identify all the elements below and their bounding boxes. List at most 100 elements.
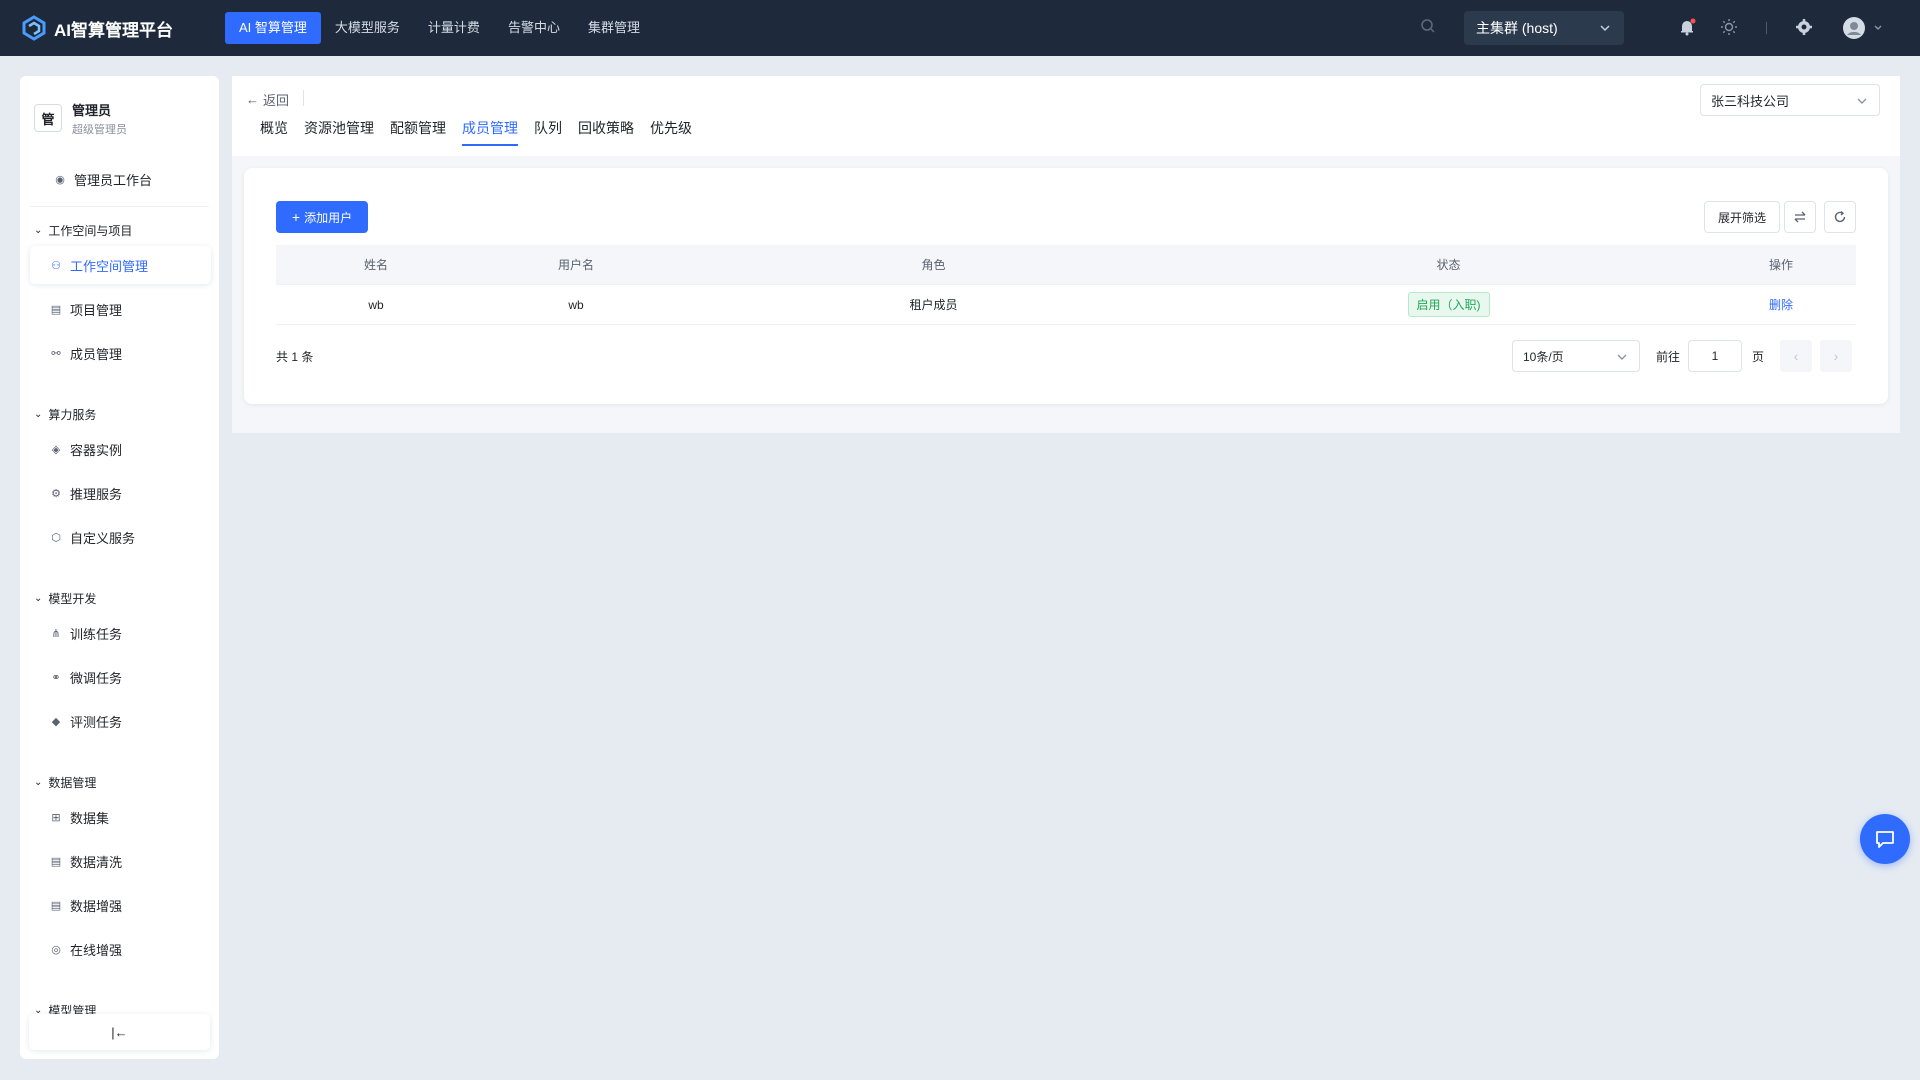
- list-icon: ▤: [50, 303, 62, 316]
- sidebar-item-container[interactable]: ◈ 容器实例: [30, 430, 211, 468]
- top-navbar: AI智算管理平台 AI 智算管理 大模型服务 计量计费 告警中心 集群管理 主集…: [0, 0, 1920, 56]
- tab-resource-pool[interactable]: 资源池管理: [304, 118, 374, 146]
- tab-priority[interactable]: 优先级: [650, 118, 692, 146]
- sidebar-group-label: 算力服务: [48, 408, 97, 422]
- next-page-button[interactable]: ›: [1820, 340, 1852, 372]
- sidebar-item-label: 微调任务: [70, 670, 123, 686]
- tab-bar: 概览 资源池管理 配额管理 成员管理 队列 回收策略 优先级: [260, 118, 708, 146]
- sidebar-item-label: 数据增强: [70, 898, 123, 914]
- cube-icon: ◈: [51, 443, 61, 456]
- sidebar-item-label: 推理服务: [70, 486, 123, 502]
- sidebar-item-label: 数据集: [70, 810, 110, 826]
- chevron-down-icon: [1857, 98, 1867, 104]
- delete-link[interactable]: 删除: [1769, 298, 1793, 312]
- sidebar-item-finetune[interactable]: ⚭ 微调任务: [30, 658, 211, 696]
- column-settings-button[interactable]: [1784, 201, 1816, 233]
- sidebar-item-label: 成员管理: [70, 346, 123, 362]
- document-icon: ▤: [50, 899, 62, 912]
- header-divider: [303, 90, 304, 106]
- chevron-down-icon: ⌄: [34, 593, 43, 604]
- sidebar-item-project-mgmt[interactable]: ▤ 项目管理: [30, 290, 211, 328]
- tab-queue[interactable]: 队列: [534, 118, 562, 146]
- hexagon-icon: ⬡: [51, 531, 61, 544]
- cell-action: 删除: [1706, 296, 1856, 313]
- topnav-ai-compute[interactable]: AI 智算管理: [225, 12, 321, 44]
- sidebar-item-data-cleaning[interactable]: ▤ 数据清洗: [30, 842, 211, 880]
- add-user-label: 添加用户: [304, 210, 353, 225]
- bell-icon[interactable]: [1678, 18, 1696, 39]
- sidebar-item-data-augment[interactable]: ▤ 数据增强: [30, 886, 211, 924]
- sidebar-item-label: 数据清洗: [70, 854, 123, 870]
- page-size-select[interactable]: 10条/页: [1512, 340, 1640, 372]
- prev-page-button[interactable]: ‹: [1780, 340, 1812, 372]
- globe-icon: ◎: [51, 943, 61, 956]
- sidebar-group-data[interactable]: ⌄ 数据管理: [34, 774, 96, 791]
- sidebar-item-label: 训练任务: [70, 626, 123, 642]
- tab-quota[interactable]: 配额管理: [390, 118, 446, 146]
- cluster-select-value: 主集群 (host): [1476, 20, 1558, 36]
- topnav-cluster-mgmt[interactable]: 集群管理: [574, 12, 654, 44]
- document-icon: ▤: [50, 855, 62, 868]
- sidebar-item-label: 在线增强: [70, 942, 123, 958]
- sidebar-item-label: 项目管理: [70, 302, 123, 318]
- sidebar-item-training[interactable]: ⋔ 训练任务: [30, 614, 211, 652]
- topnav-alert-center[interactable]: 告警中心: [494, 12, 574, 44]
- chevron-down-icon: [1600, 25, 1610, 32]
- sidebar-item-evaluation[interactable]: ◆ 评测任务: [30, 702, 211, 740]
- add-user-button[interactable]: + 添加用户: [276, 201, 368, 233]
- chat-button[interactable]: [1860, 814, 1910, 864]
- company-select[interactable]: 张三科技公司: [1700, 84, 1880, 116]
- dashboard-icon: ◉: [55, 173, 65, 186]
- sidebar-item-dataset[interactable]: ⊞ 数据集: [30, 798, 211, 836]
- page-number-input[interactable]: 1: [1688, 340, 1742, 372]
- column-header-status: 状态: [1436, 258, 1461, 272]
- sidebar-item-label: 工作空间管理: [70, 258, 149, 274]
- sidebar-item-member-mgmt[interactable]: ⚯ 成员管理: [30, 334, 211, 372]
- cluster-select[interactable]: 主集群 (host): [1464, 11, 1624, 45]
- total-count: 共 1 条: [276, 350, 314, 364]
- sidebar-collapse-button[interactable]: |←: [29, 1014, 210, 1050]
- refresh-button[interactable]: [1824, 201, 1856, 233]
- sidebar-group-label: 工作空间与项目: [48, 224, 133, 238]
- sidebar-group-label: 数据管理: [48, 776, 97, 790]
- topnav-llm-service[interactable]: 大模型服务: [321, 12, 414, 44]
- users-icon: ⚇: [51, 259, 61, 272]
- back-link[interactable]: ← 返回: [246, 90, 289, 109]
- sun-icon[interactable]: [1720, 18, 1738, 39]
- cell-name: wb: [368, 297, 384, 312]
- search-icon[interactable]: [1420, 18, 1436, 37]
- avatar: 管: [34, 104, 62, 132]
- collapse-left-icon: |←: [111, 1024, 128, 1040]
- logo-icon: [22, 15, 46, 41]
- sidebar-item-admin-workbench[interactable]: ◉ 管理员工作台: [30, 160, 211, 198]
- sidebar-group-model-dev[interactable]: ⌄ 模型开发: [34, 590, 96, 607]
- link-icon: ⚭: [51, 671, 61, 684]
- sidebar-group-workspace[interactable]: ⌄ 工作空间与项目: [34, 222, 132, 239]
- topnav-billing[interactable]: 计量计费: [414, 12, 494, 44]
- column-header-username: 用户名: [557, 258, 594, 272]
- sidebar-group-compute[interactable]: ⌄ 算力服务: [34, 406, 96, 423]
- app-title: AI智算管理平台: [54, 20, 173, 40]
- arrow-left-icon: ←: [246, 92, 259, 107]
- expand-filter-button[interactable]: 展开筛选: [1704, 201, 1780, 233]
- tab-overview[interactable]: 概览: [260, 118, 288, 146]
- layers-icon: ◆: [51, 715, 61, 728]
- gear-icon[interactable]: [1795, 18, 1813, 39]
- chat-icon: [1876, 831, 1894, 848]
- sidebar-item-online-augment[interactable]: ◎ 在线增强: [30, 930, 211, 968]
- user-avatar-icon[interactable]: [1842, 16, 1882, 43]
- app-logo[interactable]: AI智算管理平台: [20, 14, 205, 42]
- tab-members[interactable]: 成员管理: [462, 118, 518, 146]
- sidebar-item-workspace-mgmt[interactable]: ⚇ 工作空间管理: [30, 246, 211, 284]
- chevron-left-icon: ‹: [1793, 348, 1799, 364]
- sidebar-item-label: 容器实例: [70, 442, 123, 458]
- table-header: 姓名 用户名 角色 状态 操作: [276, 245, 1856, 285]
- column-header-name: 姓名: [363, 258, 388, 272]
- column-header-role: 角色: [921, 258, 946, 272]
- sidebar-group-label: 模型开发: [48, 592, 97, 606]
- sidebar-item-custom-service[interactable]: ⬡ 自定义服务: [30, 518, 211, 556]
- tab-reclaim-policy[interactable]: 回收策略: [578, 118, 634, 146]
- goto-label: 前往: [1656, 350, 1681, 364]
- back-label: 返回: [263, 93, 290, 108]
- sidebar-item-inference[interactable]: ⚙ 推理服务: [30, 474, 211, 512]
